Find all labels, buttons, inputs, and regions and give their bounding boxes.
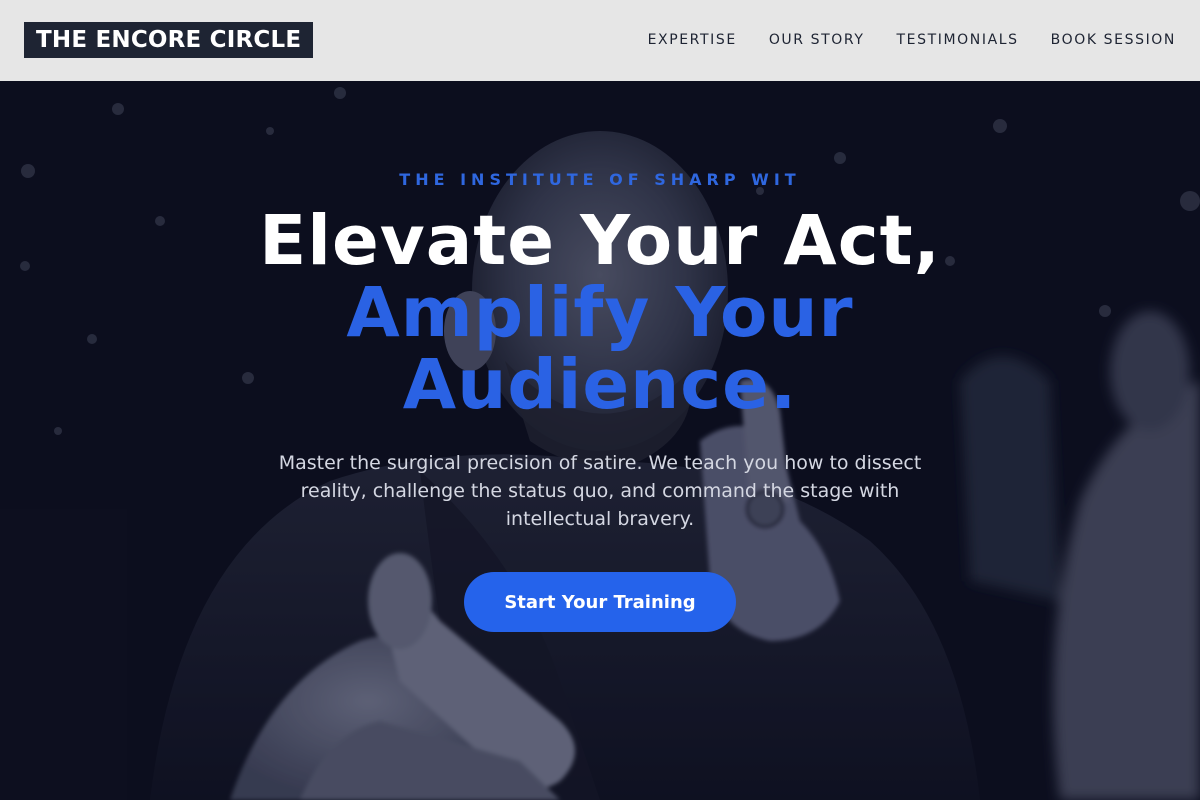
main-nav: EXPERTISE OUR STORY TESTIMONIALS BOOK SE… (648, 32, 1176, 48)
nav-link-expertise[interactable]: EXPERTISE (648, 32, 737, 48)
hero-section: THE INSTITUTE OF SHARP WIT Elevate Your … (0, 81, 1200, 800)
site-header: THE ENCORE CIRCLE EXPERTISE OUR STORY TE… (0, 0, 1200, 81)
start-training-button[interactable]: Start Your Training (464, 572, 736, 632)
hero-description: Master the surgical precision of satire.… (278, 452, 922, 530)
nav-link-book-session[interactable]: BOOK SESSION (1051, 32, 1176, 48)
nav-link-our-story[interactable]: OUR STORY (769, 32, 865, 48)
headline-line-2: Amplify Your (346, 273, 854, 353)
nav-link-testimonials[interactable]: TESTIMONIALS (897, 32, 1019, 48)
site-logo[interactable]: THE ENCORE CIRCLE (24, 21, 314, 58)
headline-line-3: Audience. (402, 345, 798, 425)
hero-eyebrow: THE INSTITUTE OF SHARP WIT (399, 170, 801, 189)
headline-line-1: Elevate Your Act, (259, 201, 941, 281)
hero-headline: Elevate Your Act, Amplify Your Audience. (0, 205, 1200, 421)
